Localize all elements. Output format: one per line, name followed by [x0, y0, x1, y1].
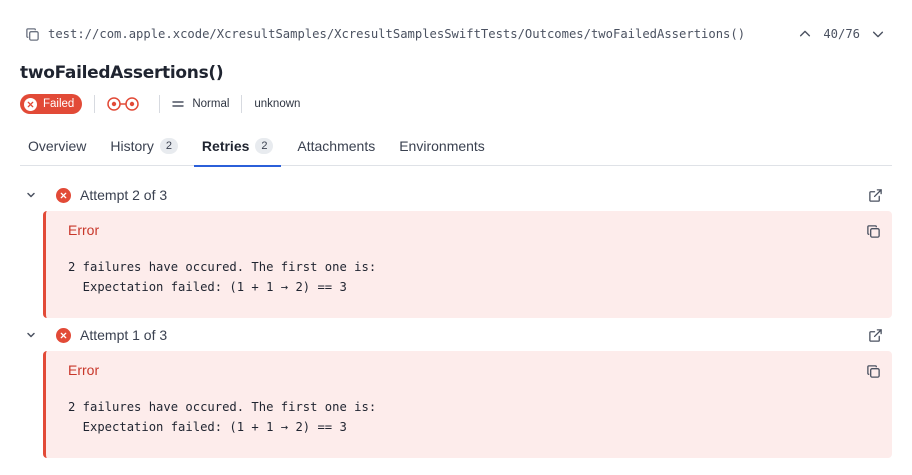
tab-attachments[interactable]: Attachments — [289, 126, 383, 166]
chevron-down-icon[interactable] — [20, 184, 42, 206]
failed-status-icon — [56, 327, 71, 343]
external-link-icon[interactable] — [866, 326, 884, 344]
attempt-label: Attempt 2 of 3 — [80, 187, 168, 203]
test-path: test://com.apple.xcode/XcresultSamples/X… — [48, 27, 746, 41]
error-title: Error — [68, 362, 100, 378]
test-meta: Failed Normal unknown — [20, 93, 300, 115]
count-badge: 2 — [159, 138, 178, 154]
copy-icon[interactable] — [24, 26, 40, 42]
status-badge: Failed — [20, 94, 83, 114]
tab-label: Attachments — [297, 138, 376, 154]
chevron-down-icon[interactable] — [20, 324, 42, 346]
failed-status-icon — [56, 187, 71, 203]
attempt-label: Attempt 1 of 3 — [80, 327, 168, 343]
chevron-down-icon[interactable] — [868, 24, 888, 44]
error-panel: Error 2 failures have occured. The first… — [43, 351, 892, 458]
attempt-header[interactable]: Attempt 1 of 3 — [20, 321, 892, 349]
attempt-header[interactable]: Attempt 2 of 3 — [20, 181, 892, 209]
tab-environments[interactable]: Environments — [391, 126, 493, 166]
count-badge: 2 — [255, 138, 274, 154]
page-title: twoFailedAssertions() — [20, 63, 224, 83]
status-label: Failed — [43, 98, 75, 110]
equals-icon — [172, 99, 185, 109]
copy-icon[interactable] — [864, 222, 882, 240]
error-title: Error — [68, 222, 100, 238]
error-message: 2 failures have occured. The first one i… — [68, 400, 377, 434]
tab-bar: Overview History 2 Retries 2 Attachments… — [20, 126, 892, 167]
external-link-icon[interactable] — [866, 186, 884, 204]
retry-flow-icon — [107, 96, 147, 112]
owner-label: unknown — [254, 98, 301, 110]
copy-icon[interactable] — [864, 362, 882, 380]
test-position: 40/76 — [823, 27, 860, 41]
severity-value: Normal — [192, 98, 230, 110]
test-path-bar: test://com.apple.xcode/XcresultSamples/X… — [24, 22, 888, 46]
error-panel: Error 2 failures have occured. The first… — [43, 211, 892, 318]
close-icon — [24, 97, 37, 111]
divider — [241, 95, 243, 113]
tab-label: Retries — [201, 138, 250, 154]
tab-label: Overview — [28, 138, 87, 154]
divider — [94, 95, 96, 113]
tab-history[interactable]: History 2 — [102, 126, 186, 166]
divider — [159, 95, 161, 113]
tab-label: Environments — [399, 138, 485, 154]
severity-label: Normal — [172, 98, 229, 110]
chevron-up-icon[interactable] — [795, 24, 815, 44]
test-navigation: 40/76 — [795, 22, 888, 46]
tab-label: History — [110, 138, 154, 154]
tab-retries[interactable]: Retries 2 — [193, 126, 282, 167]
error-message: 2 failures have occured. The first one i… — [68, 260, 377, 294]
tab-overview[interactable]: Overview — [20, 126, 94, 166]
